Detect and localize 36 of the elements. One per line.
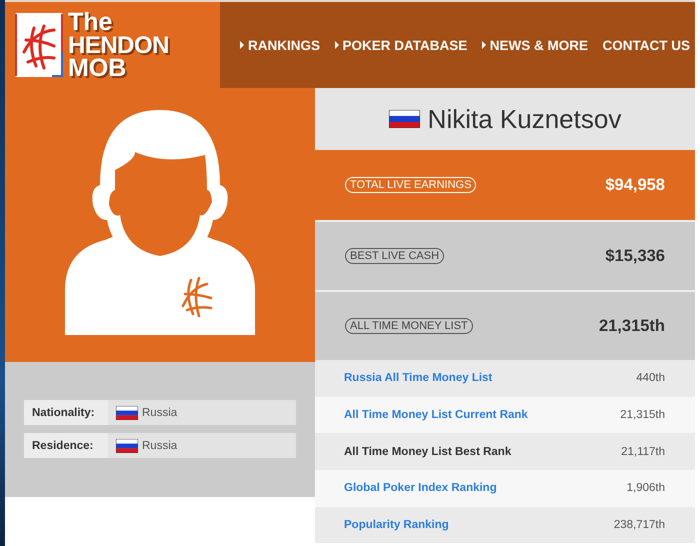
ranking-link[interactable]: Global Poker Index Ranking: [344, 482, 497, 494]
nav-link[interactable]: POKER DATABASE: [334, 38, 468, 52]
logo-text: MOB: [68, 56, 128, 80]
stat-label: BEST LIVE CASH: [345, 248, 444, 264]
stat-label: TOTAL LIVE EARNINGS: [345, 177, 476, 193]
caret-icon: [334, 41, 338, 49]
detail-label: Residence:: [24, 433, 108, 458]
detail-value: Russia: [142, 406, 178, 418]
stat-value: $15,336: [605, 246, 665, 266]
ranking-value: 1,906th: [626, 482, 665, 494]
globe-logo-icon: [14, 12, 64, 78]
player-name: Nikita Kuznetsov: [428, 104, 622, 134]
ranking-value: 21,315th: [620, 409, 665, 422]
ranking-value: 238,717th: [614, 519, 665, 532]
stat-value: $94,958: [605, 176, 665, 194]
ranking-value: 440th: [636, 372, 665, 384]
russia-flag-icon: [388, 110, 420, 128]
stat-value: 21,315th: [598, 316, 665, 336]
logo-text: HENDON: [68, 34, 170, 56]
nav-link[interactable]: RANKINGS: [240, 38, 320, 52]
person-silhouette-icon: [65, 110, 255, 335]
nav-link[interactable]: CONTACT US: [602, 38, 690, 52]
nav-link[interactable]: NEWS & MORE: [482, 38, 588, 52]
russia-flag-icon: [116, 406, 138, 420]
caret-icon: [482, 41, 486, 49]
ranking-link[interactable]: Russia All Time Money List: [344, 372, 492, 384]
detail-label: Nationality:: [24, 400, 108, 425]
ranking-value: 21,117th: [621, 446, 665, 458]
ranking-label: All Time Money List Best Rank: [344, 446, 512, 458]
caret-icon: [240, 41, 244, 49]
russia-flag-icon: [116, 438, 138, 452]
ranking-link[interactable]: Popularity Ranking: [344, 519, 449, 532]
logo-text: The: [68, 10, 114, 34]
ranking-link[interactable]: All Time Money List Current Rank: [344, 409, 528, 422]
stat-label: ALL TIME MONEY LIST: [345, 318, 473, 334]
detail-value: Russia: [142, 440, 178, 452]
